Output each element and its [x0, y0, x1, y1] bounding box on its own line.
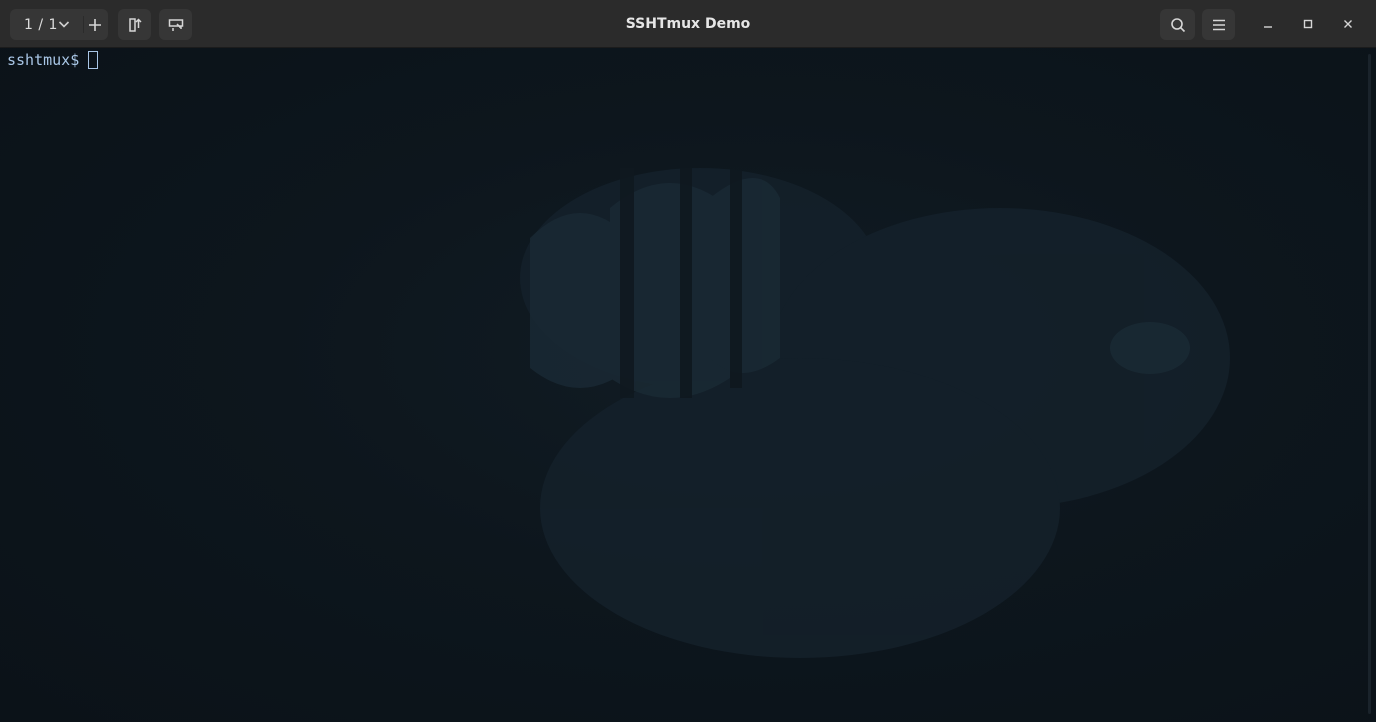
terminal-scrollbar[interactable] — [1368, 54, 1371, 714]
search-icon — [1170, 17, 1186, 33]
hamburger-menu-icon — [1212, 19, 1226, 31]
export-icon — [128, 17, 142, 33]
close-icon — [1343, 16, 1353, 34]
terminal-cursor — [88, 51, 99, 69]
chevron-down-icon — [58, 20, 70, 29]
maximize-icon — [1303, 16, 1313, 34]
maximize-button[interactable] — [1296, 13, 1320, 37]
shell-prompt: sshtmux$ — [7, 51, 89, 69]
new-tab-button[interactable] — [81, 9, 108, 40]
terminal-area[interactable]: sshtmux$ — [0, 48, 1376, 722]
tab-count-label: 1 / 1 — [24, 16, 58, 33]
search-button[interactable] — [1160, 9, 1195, 40]
detach-tab-button[interactable] — [118, 9, 151, 40]
close-button[interactable] — [1336, 13, 1360, 37]
plus-icon — [88, 18, 102, 32]
rename-button[interactable] — [159, 9, 192, 40]
prompt-line: sshtmux$ — [7, 50, 99, 70]
rename-icon — [168, 18, 184, 32]
header-bar: 1 / 1 SSHTmux Demo — [0, 0, 1376, 48]
minimize-button[interactable] — [1256, 13, 1280, 37]
menu-button[interactable] — [1202, 9, 1235, 40]
terminal-window: 1 / 1 SSHTmux Demo sshtmux$ — [0, 0, 1376, 722]
minimize-icon — [1263, 16, 1273, 34]
background-logo-watermark — [520, 158, 1230, 658]
